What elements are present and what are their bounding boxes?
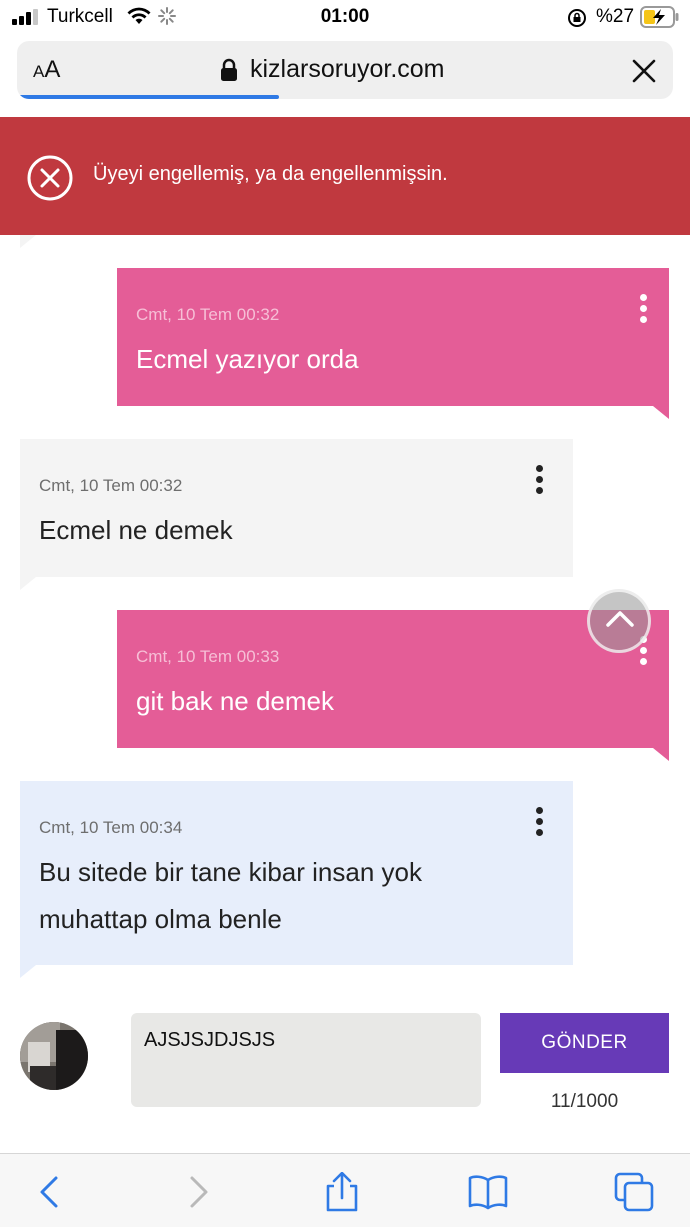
message-text: git bak ne demek [136, 686, 335, 716]
tabs-icon[interactable] [614, 1172, 654, 1212]
page-load-progress [17, 95, 280, 99]
message-bubble-received: Cmt, 10 Tem 00:32 Ecmel ne demek [20, 439, 573, 590]
padlock-icon [221, 58, 237, 81]
forward-icon[interactable] [178, 1172, 218, 1212]
message-text: Ecmel yazıyor orda [136, 344, 359, 374]
chevron-up-icon [606, 611, 634, 627]
text-size-button[interactable]: AA [33, 56, 60, 84]
message-timestamp: Cmt, 10 Tem 00:33 [136, 647, 280, 666]
bookmarks-icon[interactable] [468, 1172, 508, 1212]
status-bar: Turkcell 01:00 %27 [0, 0, 690, 36]
message-timestamp: Cmt, 10 Tem 00:32 [136, 305, 280, 324]
battery-percent: %27 [596, 6, 635, 27]
message-bubble-sent: Cmt, 10 Tem 00:33 git bak ne demek [117, 610, 669, 761]
rotation-lock-icon [568, 9, 586, 27]
error-banner: Üyeyi engellemiş, ya da engellenmişsin. [0, 117, 690, 235]
character-counter: 11/1000 [550, 1091, 619, 1112]
more-vertical-icon[interactable] [536, 807, 544, 837]
more-vertical-icon[interactable] [640, 294, 648, 324]
message-bubble-sent: Cmt, 10 Tem 00:32 Ecmel yazıyor orda [117, 268, 669, 419]
close-icon[interactable] [632, 59, 656, 83]
more-vertical-icon[interactable] [536, 465, 544, 495]
message-input[interactable]: AJSJSJDJSJS [131, 1013, 481, 1107]
share-icon[interactable] [322, 1172, 362, 1212]
address-bar[interactable]: AA kizlarsoruyor.com [17, 41, 673, 99]
scroll-to-top-button[interactable] [587, 589, 651, 653]
battery-charging-icon [640, 6, 679, 28]
message-text-line-1: Bu sitede bir tane kibar insan yok [39, 857, 422, 887]
error-message: Üyeyi engellemiş, ya da engellenmişsin. [93, 163, 448, 185]
message-bubble-received: Cmt, 10 Tem 00:34 Bu sitede bir tane kib… [20, 781, 573, 978]
previous-bubble-tail [20, 235, 36, 248]
back-icon[interactable] [30, 1172, 70, 1212]
avatar[interactable] [20, 1022, 88, 1090]
message-text: Ecmel ne demek [39, 515, 233, 545]
browser-toolbar [0, 1153, 690, 1227]
message-timestamp: Cmt, 10 Tem 00:34 [39, 818, 183, 837]
circle-x-icon [27, 155, 73, 201]
url-text[interactable]: kizlarsoruyor.com [250, 55, 445, 84]
message-timestamp: Cmt, 10 Tem 00:32 [39, 476, 183, 495]
message-text-line-2: muhattap olma benle [39, 904, 282, 934]
send-button[interactable]: GÖNDER [500, 1013, 669, 1073]
